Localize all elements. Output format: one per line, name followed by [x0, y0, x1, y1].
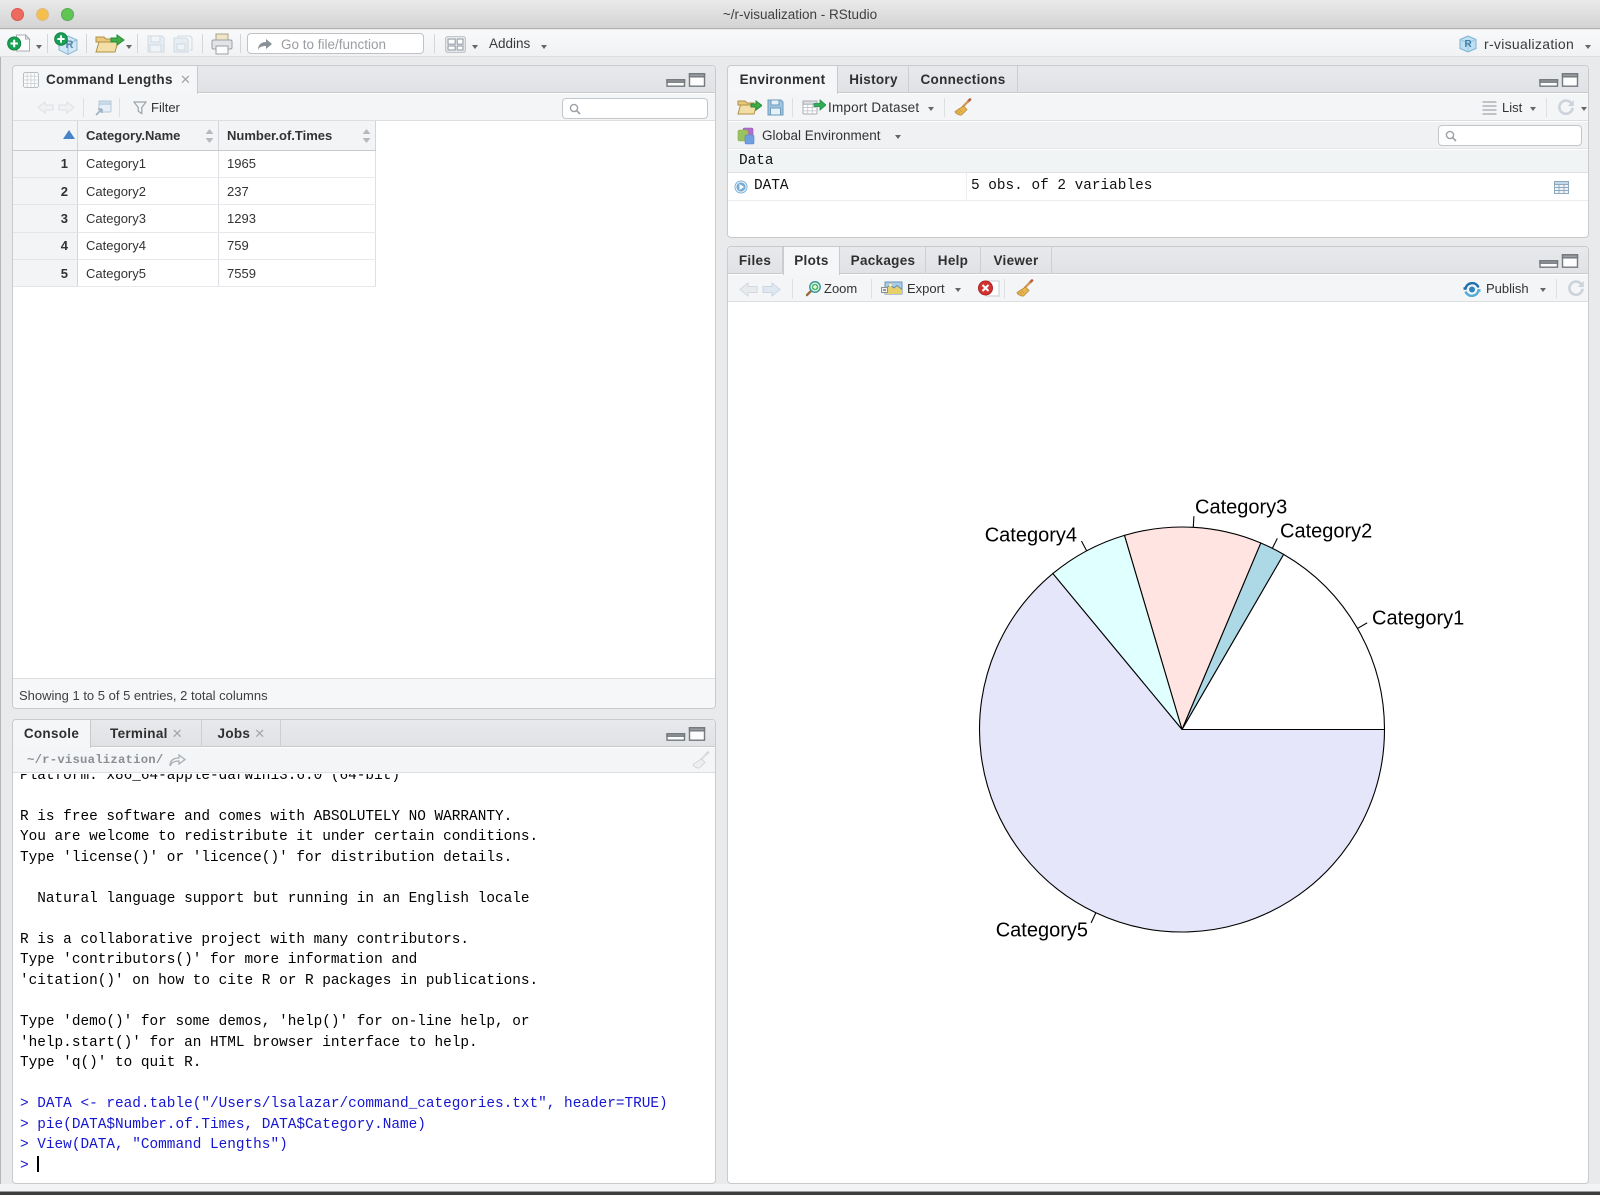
svg-text:Category5: Category5 — [996, 920, 1088, 942]
svg-text:Category1: Category1 — [1372, 608, 1464, 630]
svg-text:Category3: Category3 — [1195, 497, 1287, 519]
svg-text:R: R — [1465, 39, 1473, 50]
svg-text:Category2: Category2 — [1280, 521, 1372, 543]
svg-text:Category4: Category4 — [985, 525, 1077, 547]
